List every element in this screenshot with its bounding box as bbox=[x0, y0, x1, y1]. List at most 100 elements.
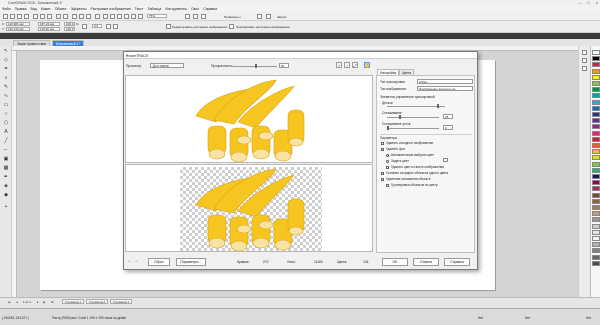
width-field[interactable]: 187,23 мм bbox=[38, 21, 60, 26]
color-swatch[interactable] bbox=[592, 81, 600, 86]
color-swatch[interactable] bbox=[592, 174, 600, 179]
options-icon[interactable] bbox=[131, 14, 136, 19]
docker-objects-icon[interactable] bbox=[582, 58, 587, 63]
color-swatch[interactable] bbox=[592, 205, 600, 210]
menu-tools[interactable]: Инструменты bbox=[165, 7, 187, 11]
merge-adjacent-checkbox[interactable]: ✓ bbox=[381, 171, 385, 175]
page-nav-prev-icon[interactable]: ◂ bbox=[16, 300, 18, 304]
smart-fill-icon[interactable]: ◆ bbox=[3, 192, 9, 198]
remove-all-color-checkbox[interactable] bbox=[386, 165, 389, 169]
menu-bitmaps[interactable]: Растровые изображения bbox=[91, 7, 131, 11]
zoom-out-icon[interactable]: − bbox=[344, 62, 350, 68]
redo-icon[interactable] bbox=[63, 14, 68, 19]
new-file-icon[interactable] bbox=[3, 14, 8, 19]
corner-smoothing-slider-thumb[interactable] bbox=[387, 126, 389, 130]
undo-icon[interactable]: ↶ bbox=[128, 260, 131, 264]
color-swatch[interactable] bbox=[592, 87, 600, 93]
remove-bg-checkbox[interactable]: ✓ bbox=[381, 147, 385, 151]
mirror-vertical-icon[interactable] bbox=[113, 24, 118, 29]
reset-button[interactable]: Сброс bbox=[148, 258, 170, 266]
parallel-dimension-icon[interactable]: ╱ bbox=[3, 138, 9, 144]
smoothing-value[interactable]: 25 bbox=[443, 114, 453, 119]
rulers-icon[interactable] bbox=[201, 14, 206, 19]
color-swatch[interactable] bbox=[592, 74, 600, 80]
y-position-field[interactable]: 110,133 мм bbox=[6, 26, 30, 31]
color-swatch[interactable] bbox=[592, 180, 600, 186]
color-swatch[interactable] bbox=[592, 136, 600, 142]
color-swatch[interactable] bbox=[592, 118, 600, 124]
color-swatch[interactable] bbox=[592, 254, 600, 260]
preview-mode-select[interactable]: До и после bbox=[150, 63, 184, 68]
color-swatch[interactable] bbox=[592, 149, 600, 155]
color-swatch[interactable] bbox=[592, 99, 600, 105]
menu-effects[interactable]: Эффекты bbox=[71, 7, 87, 11]
minimize-icon[interactable]: – bbox=[579, 0, 581, 5]
copy-icon[interactable] bbox=[40, 14, 45, 19]
color-swatch[interactable] bbox=[592, 217, 600, 223]
rectangle-tool-icon[interactable]: ▭ bbox=[3, 102, 9, 108]
lock-ratio-icon[interactable] bbox=[82, 24, 87, 29]
color-swatch[interactable] bbox=[592, 167, 600, 173]
trace-type-select[interactable]: Абрис bbox=[417, 79, 473, 84]
remove-overlap-checkbox[interactable]: ✓ bbox=[381, 177, 385, 181]
open-file-icon[interactable] bbox=[10, 14, 15, 19]
color-swatch[interactable] bbox=[592, 161, 600, 167]
zoom-tool-icon[interactable]: ⌕ bbox=[3, 75, 9, 81]
color-swatch[interactable] bbox=[592, 236, 600, 241]
menu-view[interactable]: Вид bbox=[30, 7, 36, 11]
artistic-media-icon[interactable]: ∿ bbox=[3, 93, 9, 99]
eyedropper-icon[interactable] bbox=[443, 158, 448, 162]
color-swatch[interactable] bbox=[592, 192, 600, 198]
image-type-select[interactable]: Изображение высокого ка... bbox=[417, 86, 473, 91]
shadow-tool-icon[interactable]: ▣ bbox=[3, 156, 9, 162]
color-swatch[interactable] bbox=[592, 143, 600, 148]
zoom-fit-icon[interactable]: ⤢ bbox=[352, 62, 358, 68]
page-nav-first-icon[interactable]: |◂ bbox=[8, 300, 10, 304]
x-position-field[interactable]: 110,381 мм bbox=[6, 21, 30, 26]
color-swatch[interactable] bbox=[592, 105, 600, 111]
import-icon[interactable] bbox=[79, 14, 84, 19]
group-by-color-checkbox[interactable] bbox=[386, 183, 389, 187]
zoom-in-icon[interactable] bbox=[117, 14, 122, 19]
shape-tool-icon[interactable]: ◇ bbox=[3, 57, 9, 63]
pick-tool-icon[interactable]: ↖ bbox=[3, 48, 9, 54]
edit-bitmap-icon[interactable] bbox=[166, 24, 171, 29]
preview-before-frame[interactable] bbox=[125, 75, 373, 163]
color-swatch[interactable] bbox=[592, 155, 600, 161]
color-swatch[interactable] bbox=[592, 50, 600, 55]
color-swatch[interactable] bbox=[592, 130, 600, 136]
color-swatch[interactable] bbox=[592, 223, 600, 229]
ok-button[interactable]: OK bbox=[382, 258, 408, 266]
start-dropdown[interactable]: Запуск bbox=[277, 15, 286, 19]
zoom-in-icon[interactable]: + bbox=[336, 62, 342, 68]
interactive-fill-icon[interactable]: ◈ bbox=[3, 183, 9, 189]
rotation-angle-field[interactable]: 0,0 bbox=[92, 24, 102, 28]
color-swatch[interactable] bbox=[592, 112, 600, 117]
color-swatch[interactable] bbox=[592, 56, 600, 62]
mirror-horizontal-icon[interactable] bbox=[106, 24, 111, 29]
color-swatch[interactable] bbox=[592, 242, 600, 248]
docker-hints-icon[interactable] bbox=[582, 66, 587, 71]
text-tool-icon[interactable]: A bbox=[3, 129, 9, 135]
color-swatch[interactable] bbox=[592, 248, 600, 254]
docker-properties-icon[interactable] bbox=[582, 50, 587, 55]
menu-file[interactable]: Файл bbox=[2, 7, 11, 11]
close-icon[interactable]: × bbox=[596, 0, 598, 5]
edit-bitmap-button[interactable]: Редактировать растровое изображение bbox=[172, 25, 227, 29]
transparency-slider-thumb[interactable] bbox=[255, 64, 257, 68]
detail-slider-thumb[interactable] bbox=[437, 104, 439, 108]
smoothing-slider[interactable] bbox=[387, 117, 439, 118]
paste-icon[interactable] bbox=[47, 14, 52, 19]
trace-bitmap-icon[interactable] bbox=[229, 24, 234, 29]
smoothing-slider-thumb[interactable] bbox=[399, 115, 401, 119]
corner-smoothing-slider[interactable] bbox=[387, 128, 439, 129]
publish-pdf-icon[interactable] bbox=[95, 14, 100, 19]
run-icon[interactable] bbox=[266, 14, 271, 19]
trace-bitmap-button[interactable]: Трассировать растровое изображение bbox=[236, 25, 290, 29]
ellipse-tool-icon[interactable]: ○ bbox=[3, 111, 9, 117]
add-tool-icon[interactable]: + bbox=[3, 204, 9, 210]
app-launcher-icon[interactable] bbox=[110, 14, 115, 19]
search-icon[interactable] bbox=[72, 14, 77, 19]
redo-icon[interactable]: ↷ bbox=[135, 260, 138, 264]
color-swatch[interactable] bbox=[592, 211, 600, 217]
